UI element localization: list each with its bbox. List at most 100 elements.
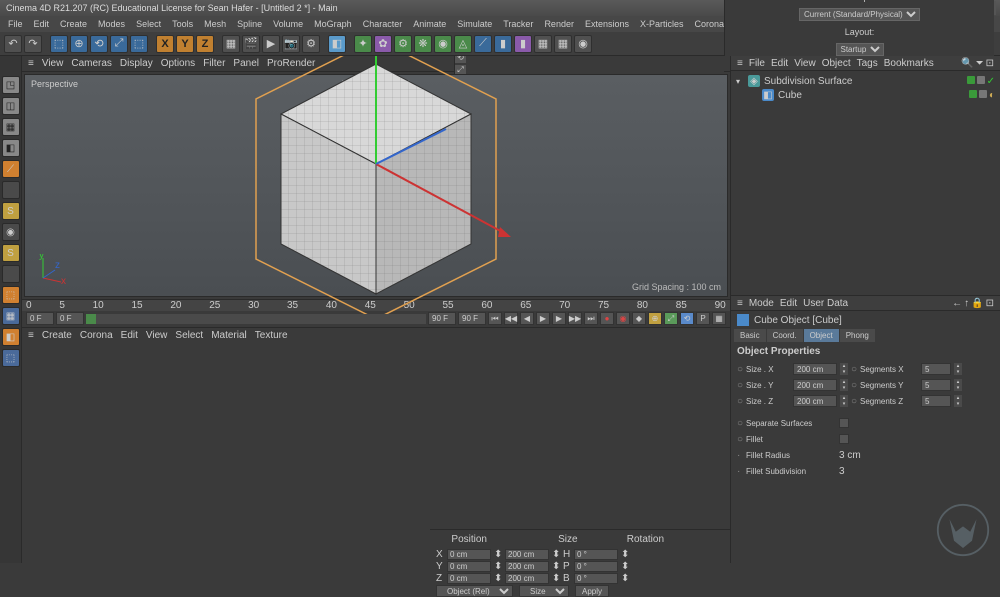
obj-edit[interactable]: Edit <box>771 58 788 69</box>
coord-size-select[interactable]: Size <box>519 585 569 597</box>
extra-button-12[interactable]: ◉ <box>574 35 592 53</box>
y-axis-toggle[interactable]: Y <box>176 35 194 53</box>
mat-material[interactable]: Material <box>211 330 247 341</box>
rotate-tool[interactable]: ⟲ <box>90 35 108 53</box>
rail-button-2[interactable]: ▦ <box>2 118 20 136</box>
extra-button-7[interactable]: ⟋ <box>474 35 492 53</box>
rail-button-12[interactable]: ◧ <box>2 328 20 346</box>
extra-button-3[interactable]: ⚙ <box>394 35 412 53</box>
key-scale-button[interactable]: ⤢ <box>664 312 678 325</box>
tab-basic[interactable]: Basic <box>734 329 766 342</box>
rot-P-input[interactable] <box>574 561 618 572</box>
menu-edit[interactable]: Edit <box>30 19 54 29</box>
obj-tags[interactable]: Tags <box>857 58 878 69</box>
extra-button-2[interactable]: ✿ <box>374 35 392 53</box>
menu-volume[interactable]: Volume <box>269 19 307 29</box>
mat-corona[interactable]: Corona <box>80 330 113 341</box>
separate-checkbox[interactable] <box>839 418 849 428</box>
obj-search-icon[interactable]: 🔍 <box>961 58 973 69</box>
attr-lock-icon[interactable]: 🔒 <box>971 298 983 309</box>
rail-button-11[interactable]: ▦ <box>2 307 20 325</box>
menu-mograph[interactable]: MoGraph <box>310 19 356 29</box>
menu-tracker[interactable]: Tracker <box>499 19 537 29</box>
render-edit-button[interactable]: ⚙ <box>302 35 320 53</box>
menu-extensions[interactable]: Extensions <box>581 19 633 29</box>
rot-H-input[interactable] <box>574 549 618 560</box>
menu-select[interactable]: Select <box>132 19 165 29</box>
timeline-start[interactable]: 0 F <box>26 312 54 325</box>
menu-simulate[interactable]: Simulate <box>453 19 496 29</box>
rail-button-5[interactable] <box>2 181 20 199</box>
primitive-button[interactable]: ◧ <box>328 35 346 53</box>
play-button[interactable]: ▶ <box>536 312 550 325</box>
menu-character[interactable]: Character <box>359 19 407 29</box>
goto-end-button[interactable]: ⏭ <box>584 312 598 325</box>
next-frame-button[interactable]: ▶ <box>552 312 566 325</box>
autokey-button[interactable]: ◉ <box>616 312 630 325</box>
menu-corona[interactable]: Corona <box>691 19 729 29</box>
keyframe-sel-button[interactable]: ◆ <box>632 312 646 325</box>
pos-Z-input[interactable] <box>447 573 491 584</box>
rail-button-4[interactable]: ⟋ <box>2 160 20 178</box>
key-pla-button[interactable]: ▦ <box>712 312 726 325</box>
record-button[interactable]: ● <box>600 312 614 325</box>
options-menu[interactable]: Options <box>161 58 195 69</box>
scale-tool[interactable]: ⤢ <box>110 35 128 53</box>
attr-edit[interactable]: Edit <box>780 298 797 309</box>
redo-button[interactable]: ↷ <box>24 35 42 53</box>
rail-button-9[interactable] <box>2 265 20 283</box>
mat-texture[interactable]: Texture <box>255 330 288 341</box>
fillet-checkbox[interactable] <box>839 434 849 444</box>
rail-button-6[interactable]: S <box>2 202 20 220</box>
timeline-current[interactable]: 0 F <box>56 312 84 325</box>
render-region-button[interactable]: ▶ <box>262 35 280 53</box>
move-tool[interactable]: ⊕ <box>70 35 88 53</box>
obj-undock-icon[interactable]: ⊡ <box>986 58 994 69</box>
menu-modes[interactable]: Modes <box>94 19 129 29</box>
key-param-button[interactable]: P <box>696 312 710 325</box>
extra-button-11[interactable]: ▦ <box>554 35 572 53</box>
rot-B-input[interactable] <box>574 573 618 584</box>
rail-button-8[interactable]: S <box>2 244 20 262</box>
tab-object[interactable]: Object <box>804 329 839 342</box>
viewport[interactable]: Perspective Default Camera * Grid Spacin… <box>24 74 728 297</box>
size-X-input[interactable] <box>505 549 549 560</box>
size-Z-input[interactable] <box>505 573 549 584</box>
rail-button-13[interactable]: ⬚ <box>2 349 20 367</box>
extra-button-9[interactable]: ▮ <box>514 35 532 53</box>
lastused-tool[interactable]: ⬚ <box>130 35 148 53</box>
obj-fold-icon[interactable]: ⏷ <box>976 58 984 69</box>
mat-view[interactable]: View <box>146 330 168 341</box>
undo-button[interactable]: ↶ <box>4 35 22 53</box>
display-menu[interactable]: Display <box>120 58 153 69</box>
z-axis-toggle[interactable]: Z <box>196 35 214 53</box>
attr-up-icon[interactable]: ↑ <box>964 298 969 309</box>
mat-select[interactable]: Select <box>175 330 203 341</box>
menu-xparticles[interactable]: X-Particles <box>636 19 688 29</box>
tree-row-cube[interactable]: ◧ Cube ◐ <box>734 88 997 102</box>
menu-mesh[interactable]: Mesh <box>200 19 230 29</box>
extra-button-5[interactable]: ◉ <box>434 35 452 53</box>
key-rot-button[interactable]: ⟲ <box>680 312 694 325</box>
seg-2-input[interactable]: 5 <box>921 395 951 407</box>
view-menu[interactable]: View <box>42 58 64 69</box>
pos-Y-input[interactable] <box>447 561 491 572</box>
rail-button-7[interactable]: ◉ <box>2 223 20 241</box>
obj-bookmarks[interactable]: Bookmarks <box>884 58 934 69</box>
attr-undock-icon[interactable]: ⊡ <box>986 298 994 309</box>
key-pos-button[interactable]: ⊕ <box>648 312 662 325</box>
obj-file[interactable]: File <box>749 58 765 69</box>
menu-spline[interactable]: Spline <box>233 19 266 29</box>
nodespace-select[interactable]: Current (Standard/Physical) <box>799 8 920 21</box>
mat-edit[interactable]: Edit <box>121 330 138 341</box>
menu-file[interactable]: File <box>4 19 27 29</box>
attr-userdata[interactable]: User Data <box>803 298 848 309</box>
size-0-input[interactable]: 200 cm <box>793 363 837 375</box>
rail-button-0[interactable]: ◳ <box>2 76 20 94</box>
obj-view[interactable]: View <box>794 58 816 69</box>
size-1-input[interactable]: 200 cm <box>793 379 837 391</box>
object-tree[interactable]: ▾◈ Subdivision Surface ✓ ◧ Cube ◐ <box>731 71 1000 295</box>
size-Y-input[interactable] <box>505 561 549 572</box>
tab-phong[interactable]: Phong <box>840 329 875 342</box>
seg-1-input[interactable]: 5 <box>921 379 951 391</box>
